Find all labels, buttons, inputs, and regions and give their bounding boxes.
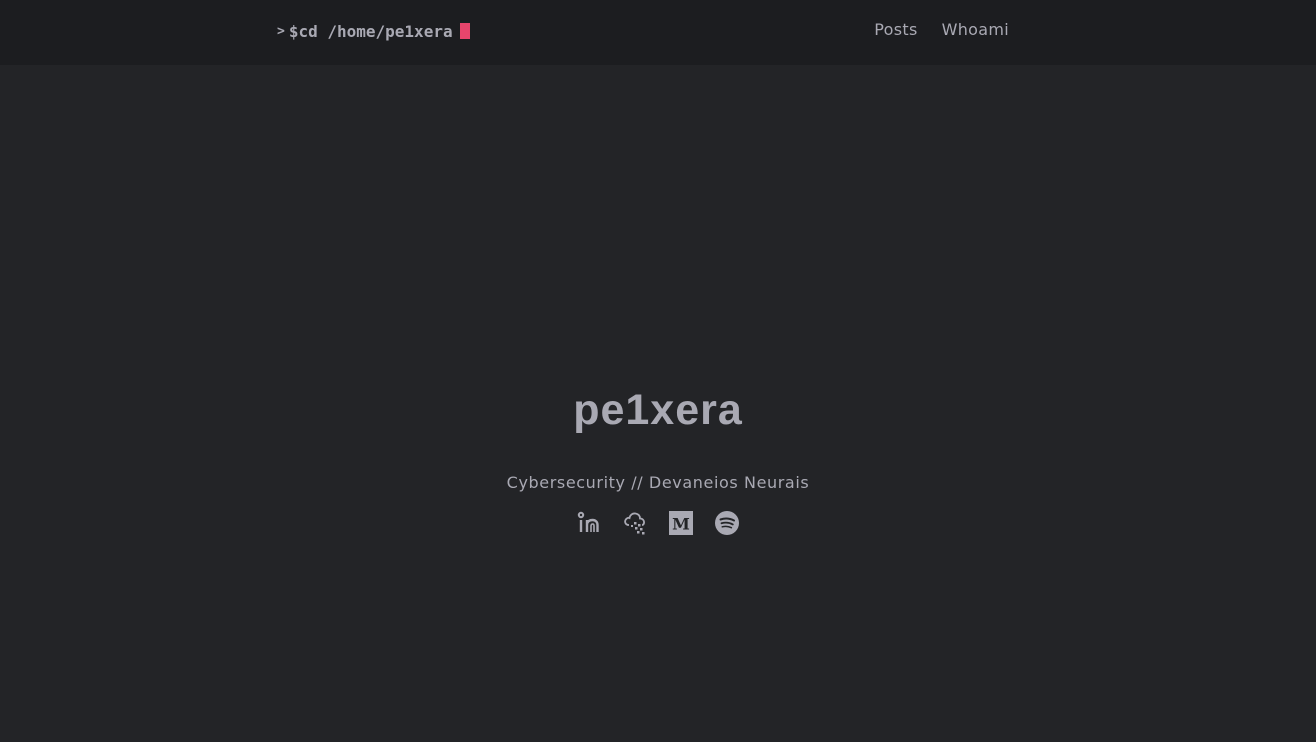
- logo-text: $cd /home/pe1xera: [288, 21, 453, 41]
- social-links: M: [0, 510, 1316, 536]
- blinking-cursor: [459, 23, 470, 39]
- hero: pe1xera: [0, 385, 1316, 435]
- nav-link-whoami[interactable]: Whoami: [942, 20, 1009, 39]
- prompt-chevron: >: [277, 23, 285, 39]
- cloud-link[interactable]: [623, 510, 647, 536]
- svg-text:M: M: [672, 515, 690, 534]
- linkedin-icon: [577, 511, 599, 532]
- medium-link[interactable]: M: [669, 510, 693, 536]
- page-subtitle: Cybersecurity // Devaneios Neurais: [506, 473, 810, 492]
- medium-icon: M: [669, 511, 693, 535]
- spotify-link[interactable]: [715, 510, 739, 536]
- linkedin-link[interactable]: [577, 510, 601, 536]
- spotify-icon: [715, 511, 739, 535]
- cloud-icon: [624, 512, 645, 535]
- page-title: pe1xera: [573, 386, 743, 434]
- site-header: > $cd /home/pe1xera Posts Whoami: [0, 0, 1316, 65]
- site-logo-link[interactable]: > $cd /home/pe1xera: [277, 19, 470, 43]
- nav-link-posts[interactable]: Posts: [874, 20, 917, 39]
- main-nav: Posts Whoami: [874, 20, 1009, 39]
